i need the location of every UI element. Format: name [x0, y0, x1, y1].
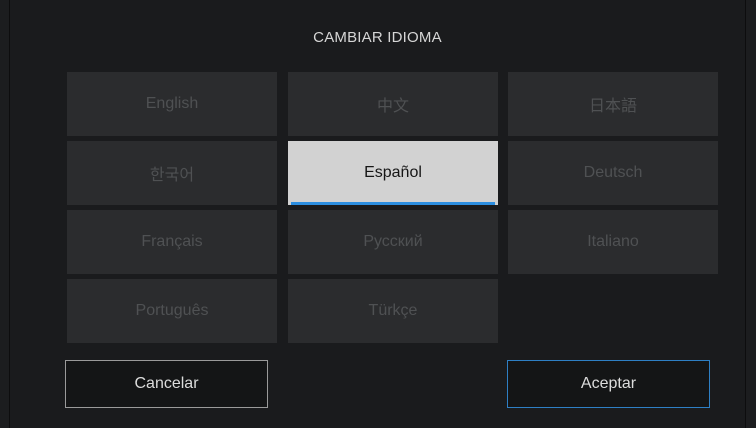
- language-option-german[interactable]: Deutsch: [508, 141, 718, 205]
- language-option-italian[interactable]: Italiano: [508, 210, 718, 274]
- accept-button[interactable]: Aceptar: [507, 360, 710, 408]
- language-option-spanish[interactable]: Español: [288, 141, 498, 205]
- language-option-turkish[interactable]: Türkçe: [288, 279, 498, 343]
- language-option-korean[interactable]: 한국어: [67, 141, 277, 205]
- language-option-russian[interactable]: Русский: [288, 210, 498, 274]
- language-option-portuguese[interactable]: Português: [67, 279, 277, 343]
- language-option-chinese[interactable]: 中文: [288, 72, 498, 136]
- language-dialog: CAMBIAR IDIOMA English 中文 日本語 한국어 Españo…: [9, 0, 746, 428]
- language-option-french[interactable]: Français: [67, 210, 277, 274]
- dialog-title: CAMBIAR IDIOMA: [313, 29, 442, 46]
- language-option-english[interactable]: English: [67, 72, 277, 136]
- language-option-japanese[interactable]: 日本語: [508, 72, 718, 136]
- cancel-button[interactable]: Cancelar: [65, 360, 268, 408]
